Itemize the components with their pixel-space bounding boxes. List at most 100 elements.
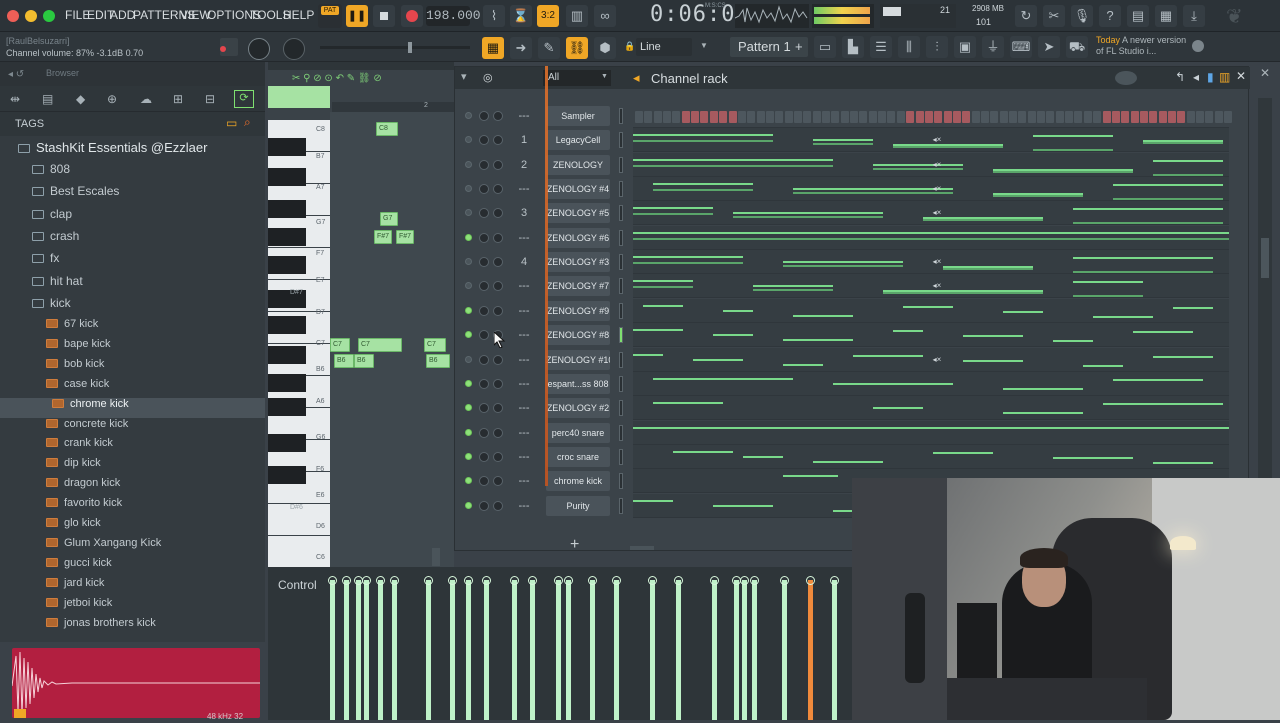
velocity-bar[interactable] — [466, 580, 471, 720]
velocity-handle[interactable] — [390, 576, 399, 585]
sample-item[interactable]: case kick — [0, 378, 265, 398]
mixer-track-route[interactable]: --- — [510, 471, 538, 491]
channel-volume-knob[interactable] — [493, 111, 503, 121]
loop-record-button[interactable]: ∞ — [594, 5, 616, 27]
stamp-button[interactable]: ⬢ — [594, 37, 616, 59]
channel-note-preview[interactable]: ◂× — [633, 347, 1229, 372]
channel-pan-knob[interactable] — [479, 184, 489, 195]
channel-select-indicator[interactable] — [619, 327, 623, 344]
channel-pan-knob[interactable] — [479, 427, 489, 438]
velocity-handle[interactable] — [448, 576, 457, 585]
channel-row[interactable]: --- ZENOLOGY #8 — [455, 323, 1250, 348]
channel-note-preview[interactable] — [633, 225, 1229, 250]
channel-pan-knob[interactable] — [479, 330, 489, 341]
channel-mute-led[interactable] — [465, 160, 472, 168]
link-button[interactable]: ⛓ — [566, 37, 588, 59]
channel-row[interactable]: --- ZENOLOGY #10 ◂× — [455, 347, 1250, 372]
channel-mute-led[interactable] — [465, 209, 472, 217]
step-edit-button[interactable]: ▥ — [566, 5, 588, 27]
piano-roll-selector[interactable] — [268, 86, 330, 108]
velocity-bar[interactable] — [450, 580, 455, 720]
vertical-scrollbar-handle[interactable] — [1261, 238, 1269, 278]
playlist-button[interactable]: ▦ — [482, 37, 504, 59]
channel-name-button[interactable]: Purity — [546, 495, 610, 516]
mixer-track-route[interactable]: --- — [510, 179, 538, 199]
mixer-track-route[interactable]: 4 — [510, 252, 538, 272]
sample-item[interactable]: 67 kick — [0, 318, 265, 338]
piano-note[interactable]: C7 — [330, 338, 350, 352]
channel-row[interactable]: --- croc snare — [455, 444, 1250, 469]
minimize-window-button[interactable] — [25, 10, 37, 22]
velocity-bar[interactable] — [832, 580, 837, 720]
add-pattern-icon[interactable]: + — [795, 39, 803, 54]
channel-name-button[interactable]: Sampler — [546, 106, 610, 126]
channel-row[interactable]: --- ZENOLOGY #9 — [455, 298, 1250, 323]
position-slider[interactable] — [320, 42, 470, 53]
help-button[interactable]: ? — [1099, 5, 1121, 27]
velocity-handle[interactable] — [482, 576, 491, 585]
velocity-handle[interactable] — [648, 576, 657, 585]
channel-mute-led[interactable] — [465, 185, 472, 193]
velocity-handle[interactable] — [830, 576, 839, 585]
piano-key-black[interactable] — [268, 138, 306, 156]
channel-name-button[interactable]: croc snare — [546, 446, 610, 467]
channel-row[interactable]: --- Sampler — [455, 104, 1250, 128]
channel-volume-knob[interactable] — [493, 500, 503, 511]
piano-key-black[interactable] — [268, 398, 306, 416]
velocity-handle[interactable] — [564, 576, 573, 585]
channel-mute-led[interactable] — [465, 282, 472, 290]
play-button[interactable]: ❚❚ — [346, 5, 368, 27]
rack-left-icon[interactable]: ◂ — [1193, 70, 1199, 84]
channel-row[interactable]: --- ZENOLOGY #2 — [455, 396, 1250, 421]
search-icon[interactable]: ⌕ — [244, 115, 251, 130]
velocity-bar[interactable] — [734, 580, 739, 720]
channel-select-indicator[interactable] — [619, 205, 623, 222]
channel-name-button[interactable]: ZENOLOGY #9 — [546, 300, 610, 321]
piano-key-black[interactable] — [268, 346, 306, 364]
sample-item[interactable]: chrome kick — [0, 397, 265, 418]
velocity-bar[interactable] — [566, 580, 571, 720]
mixer-button[interactable]: ⫼ — [898, 36, 920, 58]
channel-name-button[interactable]: chrome kick — [546, 471, 610, 492]
menu-help[interactable]: HELP — [283, 8, 314, 22]
channel-note-preview[interactable]: ◂× — [633, 128, 1229, 153]
channel-row[interactable]: --- espant...ss 808 — [455, 371, 1250, 396]
channel-row[interactable]: 1 LegacyCell ◂× — [455, 128, 1250, 153]
channel-select-indicator[interactable] — [619, 302, 623, 319]
velocity-handle[interactable] — [806, 576, 815, 585]
touch-keyboard-button[interactable]: ⌨ — [1010, 36, 1032, 58]
channel-select-indicator[interactable] — [619, 229, 623, 246]
velocity-bar[interactable] — [650, 580, 655, 720]
position-handle[interactable] — [408, 42, 412, 53]
mixer-track-route[interactable]: --- — [510, 350, 538, 370]
tool-icons[interactable]: ✂ ⚲ ⊘ ⊙ ↶ ✎ ⛓ ⊘ — [292, 73, 382, 84]
zoom-window-button[interactable] — [43, 10, 55, 22]
channel-mute-led[interactable] — [465, 501, 472, 509]
globe-icon[interactable]: ⊕ — [107, 92, 117, 106]
velocity-handle[interactable] — [710, 576, 719, 585]
browser-back-icon[interactable]: ◂ ↺ — [8, 69, 24, 80]
sample-item[interactable]: dip kick — [0, 457, 265, 477]
sample-item[interactable]: concrete kick — [0, 418, 265, 438]
stop-button[interactable] — [373, 5, 395, 27]
channel-mute-led[interactable] — [465, 379, 472, 387]
channel-volume-knob[interactable] — [493, 305, 503, 316]
velocity-handle[interactable] — [780, 576, 789, 585]
channel-note-preview[interactable] — [633, 396, 1229, 421]
sample-item[interactable]: bob kick — [0, 358, 265, 378]
project-button[interactable]: ⏚ — [982, 36, 1004, 58]
channel-volume-knob[interactable] — [493, 208, 503, 219]
channel-volume-knob[interactable] — [493, 354, 503, 365]
metronome-button[interactable]: ⌇ — [483, 5, 505, 27]
snap-select[interactable]: Line — [636, 38, 692, 56]
sample-item[interactable]: crank kick — [0, 437, 265, 457]
channel-note-preview[interactable]: ◂× — [633, 274, 1229, 299]
channel-pan-knob[interactable] — [479, 135, 489, 146]
channel-name-button[interactable]: LegacyCell — [546, 130, 610, 151]
channel-pan-knob[interactable] — [479, 403, 489, 414]
channel-mute-led[interactable] — [465, 136, 472, 144]
channel-pan-knob[interactable] — [479, 500, 489, 511]
piano-key-black[interactable] — [268, 374, 306, 392]
sample-item[interactable]: jetboi kick — [0, 597, 265, 617]
channel-volume-knob[interactable] — [493, 159, 503, 170]
